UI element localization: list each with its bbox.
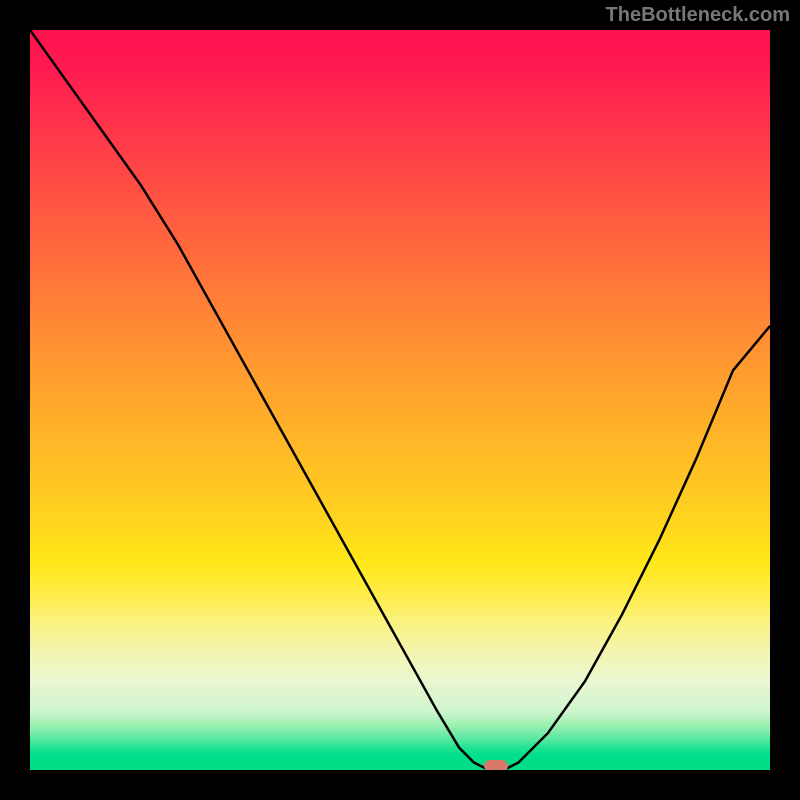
bottleneck-curve bbox=[30, 30, 770, 770]
chart-plot-area bbox=[30, 30, 770, 770]
optimal-marker bbox=[484, 760, 508, 770]
attribution-text: TheBottleneck.com bbox=[606, 4, 790, 27]
